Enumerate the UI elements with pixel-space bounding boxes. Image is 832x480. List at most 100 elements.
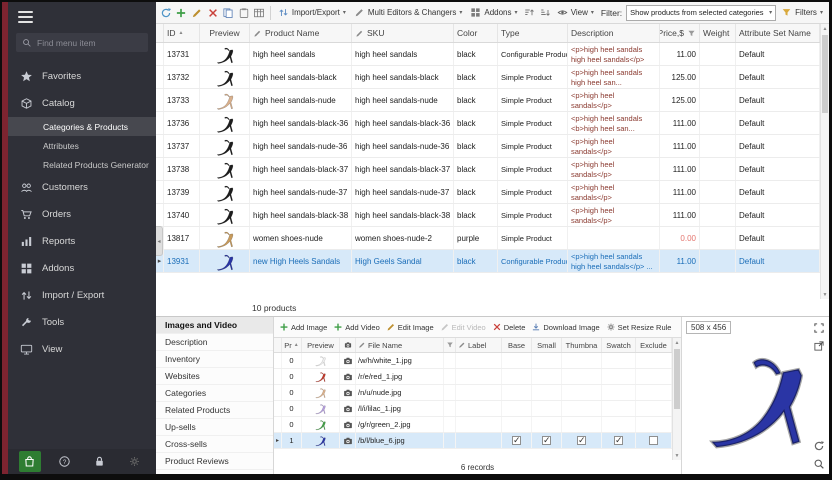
exclude-checkbox[interactable] xyxy=(649,436,658,445)
menu-search-input[interactable] xyxy=(37,38,142,48)
add-image-button[interactable]: Add Image xyxy=(279,322,327,332)
grid-header-preview[interactable]: Preview xyxy=(200,24,250,42)
zoom-button[interactable] xyxy=(811,456,826,471)
media-header-exclude[interactable]: Exclude xyxy=(636,338,672,352)
table-row[interactable]: 13740high heel sandals-black-38high heel… xyxy=(156,204,829,227)
grid-header-sku[interactable]: SKU xyxy=(352,24,454,42)
sidebar-item-catalog[interactable]: Catalog xyxy=(8,90,156,117)
sidebar-item-customers[interactable]: Customers xyxy=(8,174,156,201)
sidebar-item-tools[interactable]: Tools xyxy=(8,309,156,336)
sidebar-item-orders[interactable]: Orders xyxy=(8,201,156,228)
media-row[interactable]: 0/w/h/white_1.jpg xyxy=(274,353,681,369)
edit-image-button[interactable]: Edit Image xyxy=(386,322,434,332)
import-export-menu[interactable]: Import/Export▾ xyxy=(275,4,349,21)
store-button[interactable] xyxy=(19,451,41,472)
grid-header-id[interactable]: ID▲ xyxy=(164,24,200,42)
copy-button[interactable] xyxy=(221,4,235,21)
media-header-thumbnail[interactable]: Thumbna xyxy=(562,338,602,352)
sidebar-item-categories-products[interactable]: Categories & Products xyxy=(8,117,156,136)
media-row[interactable]: 0/g/r/green_2.jpg xyxy=(274,417,681,433)
open-external-button[interactable] xyxy=(811,338,826,353)
grid-header-weight[interactable]: Weight xyxy=(700,24,736,42)
help-button[interactable]: ? xyxy=(54,451,76,472)
media-row[interactable]: 0/n/u/nude.jpg xyxy=(274,385,681,401)
delete-image-button[interactable]: Delete xyxy=(492,322,526,332)
grid-scrollbar[interactable]: ▲ ▼ xyxy=(820,24,829,299)
view-menu[interactable]: View▾ xyxy=(554,4,597,21)
refresh-preview-button[interactable] xyxy=(811,438,826,453)
tab-product-reviews[interactable]: Product Reviews xyxy=(156,453,273,470)
tab-description[interactable]: Description xyxy=(156,334,273,351)
table-row[interactable]: 13736high heel sandals-black-36high heel… xyxy=(156,112,829,135)
tab-cross-sells[interactable]: Cross-sells xyxy=(156,436,273,453)
tab-up-sells[interactable]: Up-sells xyxy=(156,419,273,436)
delete-product-button[interactable] xyxy=(206,4,220,21)
scroll-down-icon[interactable]: ▼ xyxy=(821,290,829,299)
add-video-button[interactable]: Add Video xyxy=(333,322,379,332)
table-row[interactable]: 13732high heel sandals-blackhigh heel sa… xyxy=(156,66,829,89)
media-header-priority[interactable]: Pr▲ xyxy=(282,338,302,352)
scroll-up-icon[interactable]: ▲ xyxy=(821,24,829,33)
sort-ascending-button[interactable] xyxy=(523,4,537,21)
tab-images-and-video[interactable]: Images and Video xyxy=(156,317,273,334)
multi-editors-menu[interactable]: Multi Editors & Changers▾ xyxy=(351,4,466,21)
table-row[interactable]: 13817women shoes-nudewomen shoes-nude-2p… xyxy=(156,227,829,250)
small-checkbox[interactable] xyxy=(542,436,551,445)
swatch-checkbox[interactable] xyxy=(614,436,623,445)
table-row[interactable]: ▸13931new High Heels SandalsHigh Geels S… xyxy=(156,250,829,273)
scrollbar-thumb[interactable] xyxy=(822,35,828,113)
sidebar-item-favorites[interactable]: Favorites xyxy=(8,63,156,90)
tab-websites[interactable]: Websites xyxy=(156,368,273,385)
columns-button[interactable] xyxy=(252,4,266,21)
sidebar-search[interactable] xyxy=(16,33,148,52)
media-row[interactable]: 0/r/e/red_1.jpg xyxy=(274,369,681,385)
tab-inventory[interactable]: Inventory xyxy=(156,351,273,368)
addons-menu[interactable]: Addons▾ xyxy=(467,4,520,21)
tab-categories[interactable]: Categories xyxy=(156,385,273,402)
table-row[interactable]: 13737high heel sandals-nude-36high heel … xyxy=(156,135,829,158)
sidebar-item-view[interactable]: View xyxy=(8,336,156,363)
media-header-preview[interactable]: Preview xyxy=(302,338,340,352)
sidebar-item-attributes[interactable]: Attributes xyxy=(8,136,156,155)
grid-header-type[interactable]: Type xyxy=(498,24,568,42)
media-header-small[interactable]: Small xyxy=(532,338,562,352)
table-row[interactable]: 13731high heel sandalshigh heel sandalsb… xyxy=(156,43,829,66)
sidebar-item-related-products-generator[interactable]: Related Products Generator xyxy=(8,155,156,174)
table-row[interactable]: 13738high heel sandals-black-37high heel… xyxy=(156,158,829,181)
table-row[interactable]: 13739high heel sandals-nude-37high heel … xyxy=(156,181,829,204)
sort-descending-button[interactable] xyxy=(538,4,552,21)
paste-button[interactable] xyxy=(237,4,251,21)
grid-header-product-name[interactable]: Product Name xyxy=(250,24,352,42)
grid-header-attribute-set[interactable]: Attribute Set Name xyxy=(736,24,820,42)
media-header-file-name[interactable]: File Name xyxy=(356,338,444,352)
tab-related-products[interactable]: Related Products xyxy=(156,402,273,419)
hamburger-menu-icon[interactable] xyxy=(8,2,156,28)
thumbnail-checkbox[interactable] xyxy=(577,436,586,445)
grid-header-description[interactable]: Description xyxy=(568,24,660,42)
media-row[interactable]: 0/l/i/lilac_1.jpg xyxy=(274,401,681,417)
scrollbar-thumb[interactable] xyxy=(674,349,680,409)
filters-menu[interactable]: Filters▾ xyxy=(778,4,826,21)
media-header-base[interactable]: Base xyxy=(502,338,532,352)
edit-product-button[interactable] xyxy=(190,4,204,21)
grid-header-color[interactable]: Color xyxy=(454,24,498,42)
set-resize-rule-button[interactable]: Set Resize Rule xyxy=(606,322,672,332)
settings-button[interactable] xyxy=(124,451,146,472)
media-row[interactable]: ▸1/b/l/blue_6.jpg xyxy=(274,433,681,449)
sidebar-collapse-handle[interactable]: ◂ xyxy=(156,226,163,256)
grid-header-price[interactable]: Price,$ xyxy=(660,24,700,42)
media-scrollbar[interactable]: ▲ ▼ xyxy=(672,338,681,460)
media-header-swatch[interactable]: Swatch xyxy=(602,338,636,352)
category-filter-select[interactable]: Show products from selected categories▾ xyxy=(626,5,776,21)
lock-button[interactable] xyxy=(89,451,111,472)
download-image-button[interactable]: Download Image xyxy=(531,322,599,332)
add-product-button[interactable] xyxy=(175,4,189,21)
scroll-down-icon[interactable]: ▼ xyxy=(673,451,681,460)
sidebar-item-addons[interactable]: Addons xyxy=(8,255,156,282)
sidebar-item-import-export[interactable]: Import / Export xyxy=(8,282,156,309)
sidebar-item-reports[interactable]: Reports xyxy=(8,228,156,255)
table-row[interactable]: 13733high heel sandals-nudehigh heel san… xyxy=(156,89,829,112)
fullscreen-button[interactable] xyxy=(811,320,826,335)
media-header-filter[interactable] xyxy=(444,338,456,352)
media-header-type[interactable] xyxy=(340,338,356,352)
